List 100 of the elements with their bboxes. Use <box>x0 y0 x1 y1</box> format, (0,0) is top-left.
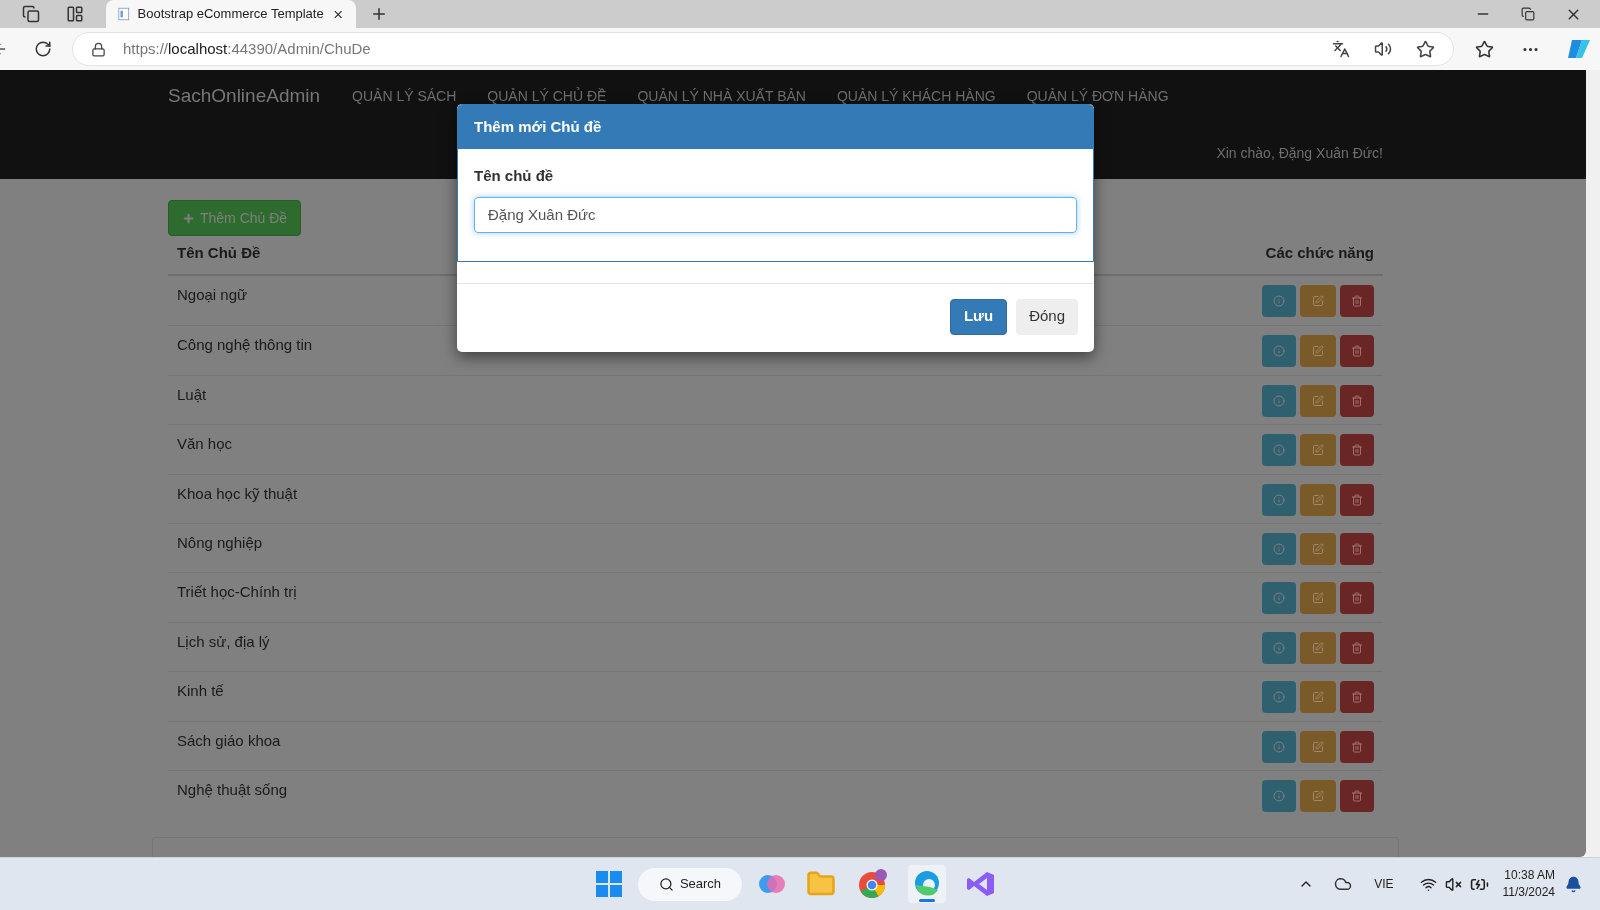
details-button[interactable] <box>1262 434 1296 467</box>
delete-button[interactable] <box>1340 631 1374 664</box>
info-icon <box>1273 691 1285 704</box>
edit-button[interactable] <box>1300 532 1336 565</box>
table-cell-text: Kinh tế <box>177 681 224 702</box>
edit-button[interactable] <box>1300 483 1336 516</box>
workspaces-icon[interactable] <box>22 5 40 23</box>
plus-icon <box>182 211 195 225</box>
details-button[interactable] <box>1262 483 1296 516</box>
chrome-icon[interactable] <box>856 868 888 900</box>
details-button[interactable] <box>1262 582 1296 615</box>
visual-studio-icon[interactable] <box>966 869 996 899</box>
edit-button[interactable] <box>1300 582 1336 615</box>
nav-link[interactable]: QUẢN LÝ SÁCH <box>352 85 457 107</box>
delete-button[interactable] <box>1340 285 1374 317</box>
nav-link[interactable]: QUẢN LÝ ĐƠN HÀNG <box>1026 85 1169 107</box>
favorites-icon[interactable] <box>1475 39 1494 59</box>
table-cell-text: Lịch sử, địa lý <box>177 631 270 652</box>
tab-actions-icon[interactable] <box>66 5 84 23</box>
trash-icon <box>1351 592 1363 605</box>
details-button[interactable] <box>1262 285 1296 317</box>
edit-icon <box>1312 592 1324 605</box>
info-icon <box>1273 394 1285 407</box>
table-cell-text: Nghệ thuật sống <box>177 779 288 800</box>
topic-name-input[interactable]: Đặng Xuân Đức <box>474 196 1077 233</box>
info-icon <box>1273 789 1285 802</box>
restore-icon[interactable] <box>1521 7 1535 21</box>
info-icon <box>1273 542 1285 555</box>
muted-speaker-icon[interactable] <box>1444 875 1462 893</box>
trash-icon <box>1351 542 1363 555</box>
details-button[interactable] <box>1262 779 1296 812</box>
edit-button[interactable] <box>1300 730 1336 763</box>
edit-button[interactable] <box>1300 434 1336 467</box>
delete-button[interactable] <box>1340 384 1374 417</box>
edit-button[interactable] <box>1300 681 1336 714</box>
address-bar[interactable]: https://localhost:44390/Admin/ChuDe <box>72 32 1454 66</box>
edit-button[interactable] <box>1300 285 1336 317</box>
page-icon <box>118 6 130 22</box>
column-header: Tên Chủ Đề <box>177 242 261 263</box>
save-button[interactable]: Lưu <box>949 298 1008 335</box>
edit-icon <box>1312 444 1324 457</box>
edit-button[interactable] <box>1300 631 1336 664</box>
greeting-text: Xin chào, Đặng Xuân Đức! <box>1216 144 1383 163</box>
info-icon <box>1273 740 1285 753</box>
table-cell-text: Văn học <box>177 434 233 455</box>
details-button[interactable] <box>1262 335 1296 368</box>
notification-bell-icon[interactable] <box>1565 875 1582 893</box>
details-button[interactable] <box>1262 631 1296 664</box>
cloud-sync-icon[interactable] <box>1334 875 1353 893</box>
edit-button[interactable] <box>1300 335 1336 368</box>
trash-icon <box>1351 691 1363 704</box>
taskbar-search[interactable]: Search <box>638 867 742 901</box>
trash-icon <box>1351 345 1363 358</box>
delete-button[interactable] <box>1340 483 1374 516</box>
details-button[interactable] <box>1262 532 1296 565</box>
clock[interactable]: 10:38 AM 11/3/2024 <box>1502 867 1555 901</box>
trash-icon <box>1351 740 1363 753</box>
delete-button[interactable] <box>1340 335 1374 368</box>
table-cell-text: Khoa học kỹ thuật <box>177 483 298 504</box>
info-icon <box>1273 295 1285 307</box>
edge-icon[interactable] <box>908 865 946 903</box>
nav-link[interactable]: QUẢN LÝ KHÁCH HÀNG <box>836 85 996 107</box>
translate-icon[interactable] <box>1332 40 1350 58</box>
delete-button[interactable] <box>1340 779 1374 812</box>
trash-icon <box>1351 493 1363 506</box>
edit-icon <box>1312 789 1324 802</box>
info-icon <box>1273 493 1285 506</box>
info-icon <box>1273 444 1285 457</box>
lock-icon <box>91 41 106 57</box>
language-indicator[interactable]: VIE <box>1374 875 1394 893</box>
edit-icon <box>1312 345 1324 358</box>
delete-button[interactable] <box>1340 681 1374 714</box>
tab-title: Bootstrap eCommerce Template <box>137 5 324 24</box>
start-icon[interactable] <box>596 871 622 897</box>
nav-link[interactable]: QUẢN LÝ CHỦ ĐỀ <box>487 85 607 107</box>
favorite-star-icon[interactable] <box>1416 39 1435 59</box>
details-button[interactable] <box>1262 681 1296 714</box>
read-aloud-icon[interactable] <box>1374 40 1392 58</box>
url-text: https://localhost:44390/Admin/ChuDe <box>123 38 371 59</box>
browser-tab[interactable]: Bootstrap eCommerce Template <box>106 0 356 28</box>
delete-button[interactable] <box>1340 532 1374 565</box>
edit-icon <box>1312 542 1324 555</box>
close-button[interactable]: Đóng <box>1016 298 1078 335</box>
delete-button[interactable] <box>1340 434 1374 467</box>
table-cell-text: Công nghệ thông tin <box>177 335 313 356</box>
table-cell-text: Nông nghiệp <box>177 532 263 553</box>
nav-link[interactable]: QUẢN LÝ NHÀ XUẤT BẢN <box>637 85 806 107</box>
new-tab-icon[interactable] <box>370 5 388 23</box>
details-button[interactable] <box>1262 730 1296 763</box>
edit-button[interactable] <box>1300 384 1336 417</box>
refresh-icon[interactable] <box>34 40 52 58</box>
edit-button[interactable] <box>1300 779 1336 812</box>
details-button[interactable] <box>1262 384 1296 417</box>
edit-icon <box>1312 295 1324 307</box>
delete-button[interactable] <box>1340 582 1374 615</box>
brand-link[interactable]: SachOnlineAdmin <box>168 81 321 111</box>
table-cell-text: Luật <box>177 384 207 405</box>
trash-icon <box>1351 295 1363 307</box>
edit-icon <box>1312 493 1324 506</box>
delete-button[interactable] <box>1340 730 1374 763</box>
